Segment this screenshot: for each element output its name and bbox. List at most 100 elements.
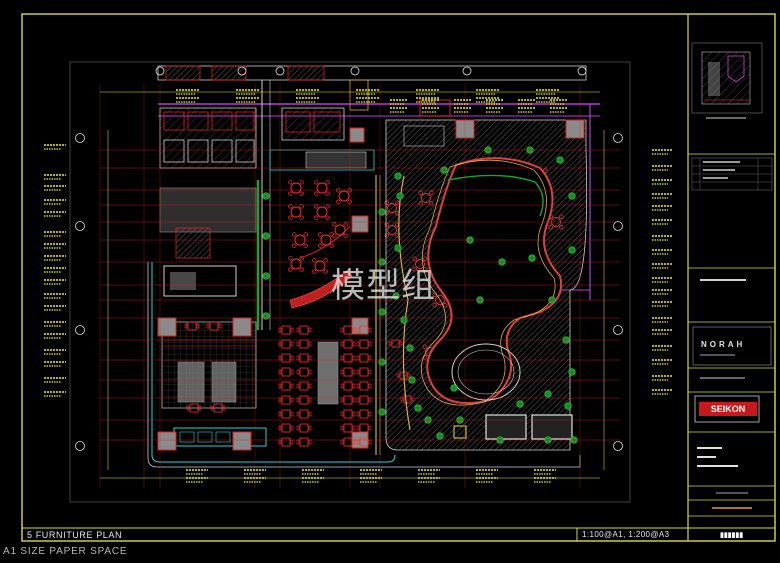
annotation-tag — [44, 333, 66, 339]
annotation-tag — [418, 469, 440, 475]
tree-symbol — [556, 156, 564, 164]
annotation-tag — [44, 293, 66, 299]
square-table — [356, 409, 372, 419]
annotation-tag — [652, 179, 672, 185]
grid-bubble — [155, 66, 165, 76]
drawing-number-mark: ▮▮▮▮▮▮ — [720, 532, 744, 539]
annotation-tag — [652, 277, 672, 283]
annotation-tag — [44, 185, 66, 191]
company-logo: SEIKON — [699, 402, 757, 416]
grid-bubble — [462, 66, 472, 76]
square-table — [340, 353, 356, 363]
annotation-tag — [302, 469, 324, 475]
annotation-tag — [652, 193, 672, 199]
square-table — [296, 409, 312, 419]
annotation-tag — [44, 279, 66, 285]
annotation-tag — [534, 477, 556, 483]
square-table — [296, 381, 312, 391]
square-table — [296, 395, 312, 405]
annotation-tag — [186, 469, 208, 475]
annotation-tag — [652, 165, 672, 171]
square-table — [340, 423, 356, 433]
annotation-tag — [44, 391, 66, 397]
round-table — [332, 222, 348, 238]
annotation-tag — [422, 107, 440, 113]
tree-symbol — [400, 316, 408, 324]
tree-symbol — [568, 246, 576, 254]
annotation-tag — [176, 97, 200, 103]
annotation-tag — [652, 263, 672, 269]
annotation-tag — [44, 144, 66, 150]
square-table — [356, 367, 372, 377]
annotation-tag — [476, 469, 498, 475]
annotation-tag — [44, 321, 66, 327]
round-table — [288, 204, 304, 220]
annotation-tag — [418, 477, 440, 483]
tree-symbol — [378, 308, 386, 316]
kitchen-area — [157, 317, 267, 451]
tree-symbol — [450, 384, 458, 392]
drawing-title: 5 FURNITURE PLAN — [27, 530, 123, 540]
annotation-tag — [44, 267, 66, 273]
grid-bubble — [75, 133, 85, 143]
square-table — [340, 339, 356, 349]
tree-symbol — [394, 172, 402, 180]
title-block — [688, 42, 775, 517]
project-name: NORAH — [701, 340, 746, 349]
tree-symbol — [394, 244, 402, 252]
tree-symbol — [440, 166, 448, 174]
annotation-tag — [476, 477, 498, 483]
tree-symbol — [378, 358, 386, 366]
annotation-tag — [652, 317, 672, 323]
annotation-tag — [44, 243, 66, 249]
annotation-tag — [44, 231, 66, 237]
annotation-tag — [44, 305, 66, 311]
tree-symbol — [378, 408, 386, 416]
annotation-tag — [652, 205, 672, 211]
tree-symbol — [564, 402, 572, 410]
annotation-tag — [550, 107, 568, 113]
grid-bubble — [613, 133, 623, 143]
square-table — [278, 437, 294, 447]
square-table — [278, 367, 294, 377]
square-table — [278, 325, 294, 335]
square-table — [278, 409, 294, 419]
annotation-tag — [44, 255, 66, 261]
grid-bubble — [275, 66, 285, 76]
annotation-tag — [360, 477, 382, 483]
annotation-tag — [652, 235, 672, 241]
annotation-tag — [652, 389, 672, 395]
square-table — [296, 437, 312, 447]
square-table — [296, 367, 312, 377]
round-table — [314, 180, 330, 196]
annotation-tag — [44, 199, 66, 205]
grid-bubble — [613, 441, 623, 451]
square-table — [340, 395, 356, 405]
square-table — [340, 409, 356, 419]
square-table — [356, 423, 372, 433]
annotation-tag — [652, 345, 672, 351]
annotation-tag — [44, 174, 66, 180]
grid-bubble — [577, 66, 587, 76]
annotation-tag — [302, 477, 324, 483]
square-table — [356, 395, 372, 405]
annotation-tag — [360, 469, 382, 475]
grid-bubble — [75, 441, 85, 451]
tree-symbol — [528, 254, 536, 262]
watermark-text: 模型组 — [331, 266, 436, 306]
square-table — [356, 339, 372, 349]
annotation-tag — [534, 469, 556, 475]
tree-symbol — [396, 192, 404, 200]
grid-bubble — [75, 325, 85, 335]
grid-bubble — [613, 221, 623, 231]
tree-symbol — [406, 344, 414, 352]
tree-symbol — [378, 208, 386, 216]
annotation-tag — [44, 361, 66, 367]
grid-bubble — [75, 221, 85, 231]
annotation-tag — [44, 377, 66, 383]
round-table — [314, 204, 330, 220]
annotation-tag — [652, 149, 672, 155]
square-table — [278, 381, 294, 391]
grid-bubble — [613, 325, 623, 335]
annotation-tag — [486, 107, 504, 113]
